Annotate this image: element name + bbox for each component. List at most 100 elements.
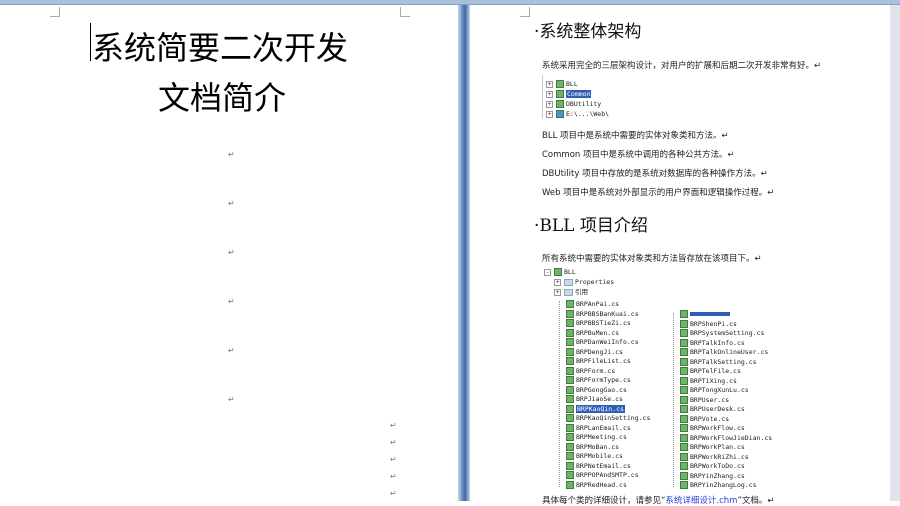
tree-file-item[interactable]: BRPBBSBanKuai.cs — [566, 309, 650, 320]
cs-file-icon — [566, 347, 574, 356]
paragraph-mark: ↵ — [390, 438, 397, 447]
tree-file-item[interactable]: BRPDengJi.cs — [566, 347, 650, 358]
file-name: BRPForm.cs — [576, 366, 616, 375]
project-icon — [556, 90, 564, 98]
tree-line — [673, 313, 674, 487]
tree-file-item[interactable]: BRPLanEmail.cs — [566, 423, 650, 434]
tree-folder-properties: Properties — [575, 278, 615, 286]
solution-tree: + BLL + Common + DBUtility + E:\...\Web\ — [542, 75, 616, 119]
tree-file-item[interactable]: BRPWorkFlowJieDian.cs — [680, 433, 773, 444]
paragraph-mark: ↵ — [228, 248, 235, 257]
tree-file-item[interactable]: BRPMobile.cs — [566, 452, 650, 462]
tree-file-item[interactable]: BRPJiaoSe.cs — [566, 395, 650, 405]
file-name: BRPKaoQin.cs — [576, 404, 625, 413]
tree-file-item[interactable]: BRPSystemSetting.cs — [680, 329, 772, 339]
tree-file-item[interactable]: BRPPOPAndSMTP.cs — [566, 471, 650, 481]
tree-file-item[interactable]: BRPMeeting.cs — [566, 433, 650, 443]
bll-intro: 所有系统中需要的实体对象类和方法皆存放在该项目下。↵ — [542, 254, 762, 264]
file-name: BRPTalkOnlineUser.cs — [690, 348, 769, 356]
cs-file-icon — [680, 376, 688, 385]
cs-file-icon — [566, 309, 574, 318]
tree-folder-references: 引用 — [575, 288, 588, 296]
file-name: BRPPOPAndSMTP.cs — [576, 471, 639, 479]
margin-corner — [400, 7, 410, 17]
tree-file-item[interactable]: BRPWorkToDo.cs — [680, 462, 772, 472]
tree-file-item[interactable]: BRPUser.cs — [680, 395, 772, 406]
margin-corner — [520, 7, 530, 17]
tree-file-item[interactable]: BRPGongGao.cs — [566, 385, 650, 396]
file-name: BRPFormType.cs — [576, 376, 631, 384]
file-name: BRPWorkPlan.cs — [690, 443, 745, 451]
file-name: BRPBBSBanKuai.cs — [576, 309, 639, 318]
folder-icon — [564, 288, 573, 296]
file-name: BRPTalkSetting.cs — [690, 357, 757, 366]
cs-file-icon — [680, 357, 688, 366]
tree-file-item[interactable]: BRPRedHead.cs — [566, 480, 650, 491]
file-name: BRPRedHead.cs — [576, 480, 627, 489]
cs-file-icon — [680, 471, 688, 480]
tree-file-item[interactable]: BRPBuMen.cs — [566, 328, 650, 339]
tree-file-item[interactable]: BRPFormType.cs — [566, 376, 650, 386]
cs-file-icon — [680, 443, 688, 451]
cs-file-icon — [566, 423, 574, 432]
tree-file-item[interactable]: BRPAnPai.cs — [566, 300, 650, 310]
tree-root-label: BLL — [564, 268, 576, 276]
cs-file-icon — [566, 376, 574, 384]
chm-doc-link[interactable]: 系统详细设计.chm — [665, 496, 737, 506]
file-name: BRPWorkRiZhi.cs — [690, 452, 749, 461]
cs-file-icon — [680, 414, 688, 423]
tree-file-item[interactable]: BRPForm.cs — [566, 366, 650, 377]
tree-file-item[interactable]: BRPTalkInfo.cs — [680, 338, 772, 349]
file-name: BRPWorkToDo.cs — [690, 462, 745, 470]
cs-file-icon — [566, 328, 574, 337]
cs-file-icon — [566, 433, 574, 441]
file-name: BRPBuMen.cs — [576, 328, 620, 337]
tree-file-item[interactable]: BRPVote.cs — [680, 414, 772, 425]
file-name: BRPMobile.cs — [576, 452, 623, 460]
tree-file-item[interactable]: BRPYinZhang.cs — [680, 471, 772, 482]
tree-file-item[interactable]: BRPFileList.cs — [566, 357, 650, 367]
tree-file-item[interactable]: BRPUserDesk.cs — [680, 405, 772, 415]
tree-file-item[interactable]: BRPNetEmail.cs — [566, 461, 650, 472]
section-heading-bll: ·BLL 项目介绍 — [534, 216, 648, 236]
tree-file-item[interactable] — [680, 310, 772, 320]
cs-file-icon — [566, 404, 574, 413]
paragraph-mark: ↵ — [390, 472, 397, 481]
tree-file-item[interactable]: BRPWorkRiZhi.cs — [680, 452, 772, 463]
tree-file-item[interactable]: BRPTiXing.cs — [680, 376, 772, 387]
project-icon — [556, 80, 564, 88]
tree-file-item[interactable]: BRPKaoQin.cs — [566, 404, 650, 415]
tree-file-item[interactable]: BRPBBSTieZi.cs — [566, 319, 650, 329]
cs-file-icon — [566, 395, 574, 403]
tree-file-item[interactable]: BRPKaoQinSetting.cs — [566, 414, 650, 424]
project-icon — [556, 100, 564, 108]
tree-file-item[interactable]: BRPTalkOnlineUser.cs — [680, 348, 772, 358]
tree-file-item[interactable]: BRPMoBan.cs — [566, 442, 650, 453]
architecture-intro: 系统采用完全的三层架构设计，对用户的扩展和后期二次开发非常有好。↵ — [542, 61, 822, 71]
tree-file-item[interactable]: BRPWorkFlow.cs — [680, 424, 772, 434]
margin-corner — [50, 7, 60, 17]
page-separator — [458, 5, 470, 501]
file-name: BRPUserDesk.cs — [690, 405, 745, 413]
tree-file-item[interactable]: BRPYinZhangLog.cs — [680, 481, 772, 491]
file-name: BRPJiaoSe.cs — [576, 395, 623, 403]
tree-file-item[interactable]: BRPTelFile.cs — [680, 367, 772, 377]
document-page-1[interactable]: 系统简要二次开发 文档简介 ↵ ↵ ↵ ↵ ↵ ↵ ↵ ↵ ↵ ↵ ↵ — [0, 5, 458, 501]
tree-item-bll: BLL — [566, 80, 578, 88]
cs-file-icon — [566, 357, 574, 365]
cs-file-icon — [566, 338, 574, 346]
tree-file-item[interactable]: BRPWorkPlan.cs — [680, 443, 772, 453]
file-name: BRPWorkFlowJieDian.cs — [690, 433, 773, 442]
file-name: BRPTalkInfo.cs — [690, 338, 745, 347]
tree-file-item[interactable]: BRPTongXunLu.cs — [680, 386, 772, 396]
description-bll: BLL 项目中是系统中需要的实体对象类和方法。↵ — [542, 131, 729, 141]
tree-file-item[interactable]: BRPDanWeiInfo.cs — [566, 338, 650, 348]
tree-file-item[interactable]: BRPTalkSetting.cs — [680, 357, 772, 368]
cs-file-icon — [680, 310, 688, 318]
document-page-2[interactable]: ·系统整体架构 系统采用完全的三层架构设计，对用户的扩展和后期二次开发非常有好。… — [470, 5, 890, 506]
tree-file-item[interactable]: BRPShenPi.cs — [680, 319, 772, 330]
paragraph-mark: ↵ — [228, 150, 235, 159]
description-dbutility: DBUtility 项目中存放的是系统对数据库的各种操作方法。↵ — [542, 169, 768, 179]
folder-icon — [564, 278, 573, 286]
file-name: BRPTiXing.cs — [690, 376, 737, 385]
